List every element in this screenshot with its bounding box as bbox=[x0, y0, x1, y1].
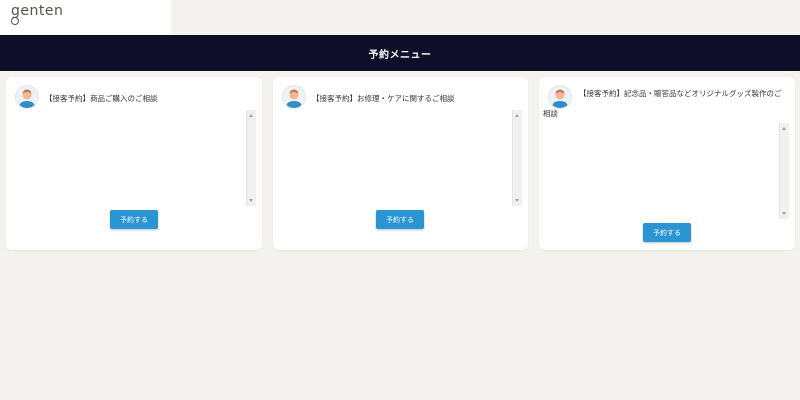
reservation-card-purchase: 【接客予約】商品ご購入のご相談 予約する bbox=[6, 77, 262, 250]
scroll-down-icon[interactable] bbox=[515, 199, 519, 202]
card-title: 【接客予約】記念品・贈答品などオリジナルグッズ製作のご相談 bbox=[543, 89, 782, 118]
scroll-up-icon[interactable] bbox=[249, 114, 253, 117]
scrollbar[interactable] bbox=[779, 123, 789, 219]
reserve-button[interactable]: 予約する bbox=[376, 210, 424, 229]
scroll-down-icon[interactable] bbox=[782, 212, 786, 215]
card-title: 【接客予約】商品ご購入のご相談 bbox=[45, 94, 158, 103]
card-description-area[interactable] bbox=[14, 110, 256, 206]
reservation-card-original-goods: 【接客予約】記念品・贈答品などオリジナルグッズ製作のご相談 予約する bbox=[539, 77, 795, 250]
staff-avatar-icon bbox=[15, 85, 39, 109]
scrollbar[interactable] bbox=[246, 110, 256, 206]
page-title: 予約メニュー bbox=[368, 49, 432, 61]
scroll-up-icon[interactable] bbox=[515, 114, 519, 117]
logo[interactable]: genten bbox=[0, 0, 171, 35]
scrollbar[interactable] bbox=[512, 110, 522, 206]
logo-ring-icon bbox=[11, 17, 19, 25]
reservation-card-repair: 【接客予約】お修理・ケアに関するご相談 予約する bbox=[273, 77, 528, 250]
card-title: 【接客予約】お修理・ケアに関するご相談 bbox=[312, 94, 455, 103]
scroll-up-icon[interactable] bbox=[782, 127, 786, 130]
logo-text: genten bbox=[11, 3, 64, 19]
reserve-button[interactable]: 予約する bbox=[643, 223, 691, 242]
scroll-down-icon[interactable] bbox=[249, 199, 253, 202]
reserve-button[interactable]: 予約する bbox=[110, 210, 158, 229]
card-description-area[interactable] bbox=[547, 123, 789, 219]
staff-avatar-icon bbox=[282, 85, 306, 109]
card-description-area[interactable] bbox=[281, 110, 522, 206]
header-bar: 予約メニュー bbox=[0, 35, 800, 71]
